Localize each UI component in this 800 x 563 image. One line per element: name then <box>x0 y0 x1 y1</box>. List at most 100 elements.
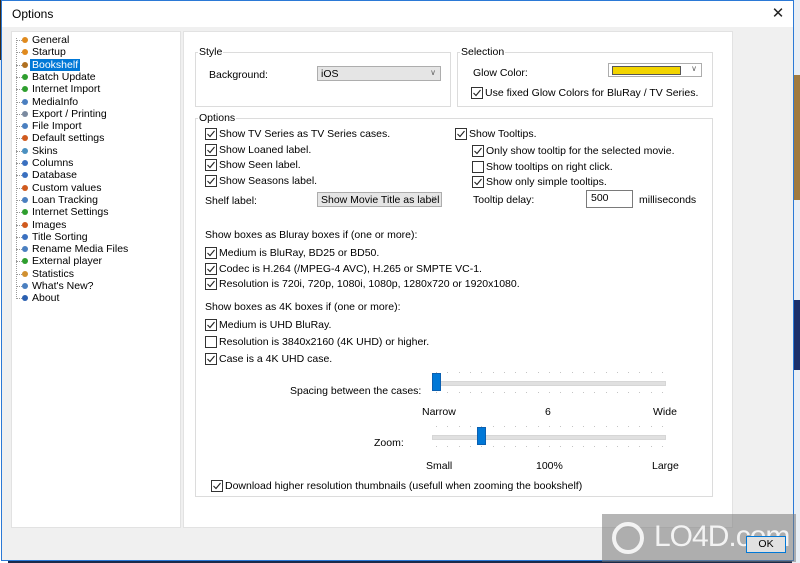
chevron-down-icon: ∨ <box>431 194 437 203</box>
checkbox-box[interactable] <box>472 176 484 189</box>
slider-track[interactable] <box>432 381 666 386</box>
checkbox-box[interactable] <box>205 278 217 291</box>
tree-item-label: Statistics <box>32 267 75 280</box>
tree-item-label: Title Sorting <box>32 230 88 243</box>
checkbox-box[interactable] <box>205 128 217 140</box>
checkbox-box[interactable] <box>471 87 483 99</box>
person-icon <box>22 37 28 43</box>
checkbox-box[interactable] <box>205 175 217 188</box>
zoom-slider[interactable] <box>432 425 666 449</box>
tree-item-label: Default settings <box>32 132 105 145</box>
download-hires-label: Download higher resolution thumbnails (u… <box>225 480 583 492</box>
checkbox-box[interactable] <box>205 336 217 348</box>
bookshelf-settings-panel: Style Background: iOS ∨ Selection Glow C… <box>183 31 733 528</box>
spacing-max-label: Wide <box>653 406 677 418</box>
tree-item-label: Rename Media Files <box>32 243 129 256</box>
glow-color-select[interactable]: ∨ <box>608 63 702 77</box>
bluray-heading: Show boxes as Bluray boxes if (one or mo… <box>205 229 418 241</box>
slider-thumb[interactable] <box>432 373 441 391</box>
checkbox-label: Medium is BluRay, BD25 or BD50. <box>219 247 380 259</box>
checkbox-box[interactable] <box>205 353 217 365</box>
tree-item-label: Internet Import <box>32 83 101 96</box>
checkbox-label: Medium is UHD BluRay. <box>219 319 332 331</box>
checkbox-label: Only show tooltip for the selected movie… <box>486 145 675 157</box>
tree-item-label: Columns <box>32 157 74 169</box>
checkbox-box[interactable] <box>205 262 217 275</box>
tooltip-delay-unit: milliseconds <box>639 194 697 206</box>
slider-ticks <box>436 446 663 447</box>
checkbox-label: Case is a 4K UHD case. <box>219 353 333 365</box>
slider-thumb[interactable] <box>477 427 486 445</box>
show-tooltips-label: Show Tooltips. <box>469 128 537 140</box>
tree-item-label: Skins <box>32 144 58 157</box>
shelf-label-select[interactable]: Show Movie Title as label ∨ <box>317 192 442 207</box>
shelf-label-select-value: Show Movie Title as label <box>321 194 440 206</box>
checkbox-box[interactable] <box>472 160 484 173</box>
tree-item-label: External player <box>32 255 103 268</box>
tree-item-label: General <box>32 34 70 46</box>
slider-track[interactable] <box>432 435 666 440</box>
export-icon <box>22 110 28 117</box>
zoom-min-label: Small <box>426 460 453 472</box>
spacing-value: 6 <box>545 406 551 418</box>
tree-item-label: MediaInfo <box>32 95 79 108</box>
tooltip-delay-label: Tooltip delay: <box>473 194 535 206</box>
slider-ticks <box>436 426 663 427</box>
checkbox-label: Show tooltips on right click. <box>486 160 613 173</box>
close-button[interactable]: ✕ <box>767 4 789 24</box>
tree-item-label: What's New? <box>32 280 94 292</box>
title-bar: Options ✕ <box>2 1 793 27</box>
glow-color-swatch <box>612 66 681 75</box>
checkbox-box[interactable] <box>211 480 223 492</box>
tree-item-label: Bookshelf <box>30 58 81 71</box>
statistics-icon <box>22 270 28 277</box>
slider-ticks <box>436 372 663 373</box>
ok-button[interactable]: OK <box>746 536 786 553</box>
checkbox-box[interactable] <box>205 159 217 172</box>
tree-item-label: Internet Settings <box>32 206 109 219</box>
spacing-min-label: Narrow <box>422 406 456 418</box>
zoom-max-label: Large <box>652 460 679 472</box>
tree-item-label: Batch Update <box>32 70 96 83</box>
zoom-value: 100% <box>536 460 563 472</box>
glow-color-label: Glow Color: <box>473 67 528 79</box>
checkbox-label: Resolution is 720i, 720p, 1080i, 1080p, … <box>219 278 520 291</box>
selection-group: Selection Glow Color: ∨ Use fixed Glow C… <box>457 46 713 107</box>
tree-item-label: About <box>32 292 60 305</box>
shelf-label-label: Shelf label: <box>205 195 257 207</box>
checkbox-box[interactable] <box>205 319 217 331</box>
slider-ticks <box>436 392 663 393</box>
checkbox-box[interactable] <box>205 143 217 156</box>
fixed-glow-label: Use fixed Glow Colors for BluRay / TV Se… <box>485 87 699 99</box>
zoom-label: Zoom: <box>374 437 404 449</box>
tree-item-label: Startup <box>32 46 66 59</box>
checkbox-box[interactable] <box>455 128 467 140</box>
uhd-heading: Show boxes as 4K boxes if (one or more): <box>205 301 401 313</box>
options-group-title: Options <box>198 112 237 124</box>
person-icon <box>22 184 28 191</box>
style-group-title: Style <box>198 46 224 58</box>
about-icon <box>22 295 28 302</box>
tree-item-label: Export / Printing <box>32 107 107 120</box>
checkbox-label: Show only simple tooltips. <box>486 176 607 189</box>
columns-icon <box>22 160 28 166</box>
lo4d-logo-icon <box>612 522 644 554</box>
database-icon <box>22 172 28 179</box>
spacing-label: Spacing between the cases: <box>290 385 422 397</box>
selection-group-title: Selection <box>460 46 506 58</box>
bookshelf-icon <box>22 61 28 68</box>
spacing-slider[interactable] <box>432 371 666 395</box>
chevron-down-icon: ∨ <box>430 68 436 77</box>
background-label: Background: <box>209 69 268 81</box>
options-group: Options Shelf label: Show Movie Title as… <box>195 112 713 497</box>
person-icon <box>22 135 28 142</box>
chevron-down-icon: ∨ <box>691 64 697 73</box>
tooltip-delay-input[interactable]: 500 <box>586 190 633 208</box>
globe-icon <box>22 209 28 216</box>
checkbox-box[interactable] <box>472 145 484 157</box>
background-select[interactable]: iOS ∨ <box>317 66 441 81</box>
checkbox-box[interactable] <box>205 247 217 259</box>
player-icon <box>22 258 28 265</box>
sort-icon <box>22 233 28 240</box>
tree-item-label: File Import <box>32 120 82 133</box>
